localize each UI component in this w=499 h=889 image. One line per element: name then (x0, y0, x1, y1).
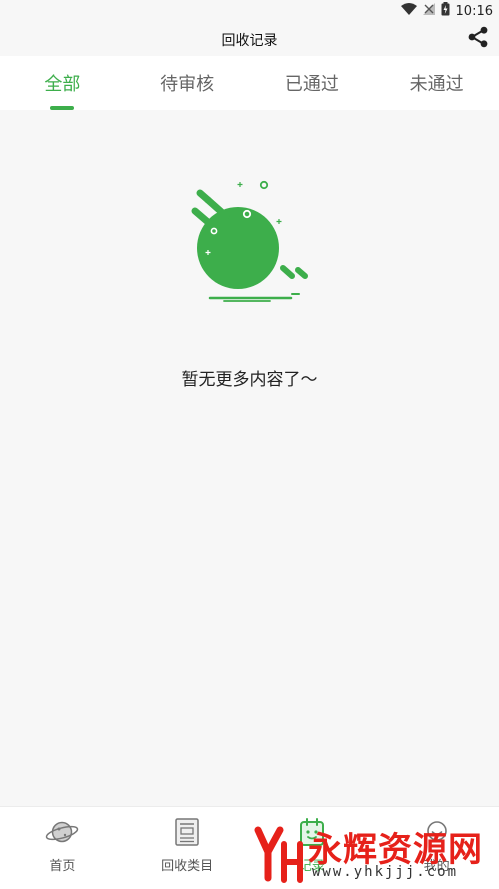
share-button[interactable] (465, 26, 491, 52)
tab-approved[interactable]: 已通过 (250, 56, 375, 110)
tab-pending[interactable]: 待审核 (125, 56, 250, 110)
category-icon (169, 817, 205, 847)
nav-profile[interactable]: 我的 (374, 807, 499, 889)
nav-label: 我的 (423, 859, 450, 874)
page-title: 回收记录 (221, 33, 278, 49)
share-icon (467, 26, 489, 52)
battery-icon (441, 2, 450, 20)
bottom-nav: 首页 回收类目 记录 我的 (0, 806, 499, 889)
nav-label: 回收类目 (161, 859, 214, 874)
status-bar: 10:16 (0, 0, 499, 22)
record-icon (294, 817, 330, 847)
nav-categories[interactable]: 回收类目 (125, 807, 250, 889)
tab-rejected[interactable]: 未通过 (374, 56, 499, 110)
app-bar: 回收记录 (0, 22, 499, 56)
nav-label: 记录 (298, 859, 325, 874)
nav-label: 首页 (49, 859, 76, 874)
active-tab-indicator (50, 106, 75, 110)
profile-icon (419, 817, 455, 847)
nav-records[interactable]: 记录 (250, 807, 375, 889)
clock-time: 10:16 (455, 3, 493, 19)
tab-label: 待审核 (160, 74, 215, 95)
nav-home[interactable]: 首页 (0, 807, 125, 889)
tab-bar: 全部 待审核 已通过 未通过 (0, 56, 499, 110)
status-icons: 10:16 (400, 2, 493, 20)
planet-icon (44, 817, 80, 847)
tab-all[interactable]: 全部 (0, 56, 125, 110)
wifi-icon (400, 3, 417, 19)
empty-state-message: 暂无更多内容了～ (181, 370, 318, 390)
tab-label: 已通过 (284, 74, 339, 95)
no-signal-icon (422, 3, 435, 19)
empty-state-illustration (186, 176, 314, 304)
tab-label: 未通过 (409, 74, 464, 95)
tab-label: 全部 (44, 74, 81, 95)
